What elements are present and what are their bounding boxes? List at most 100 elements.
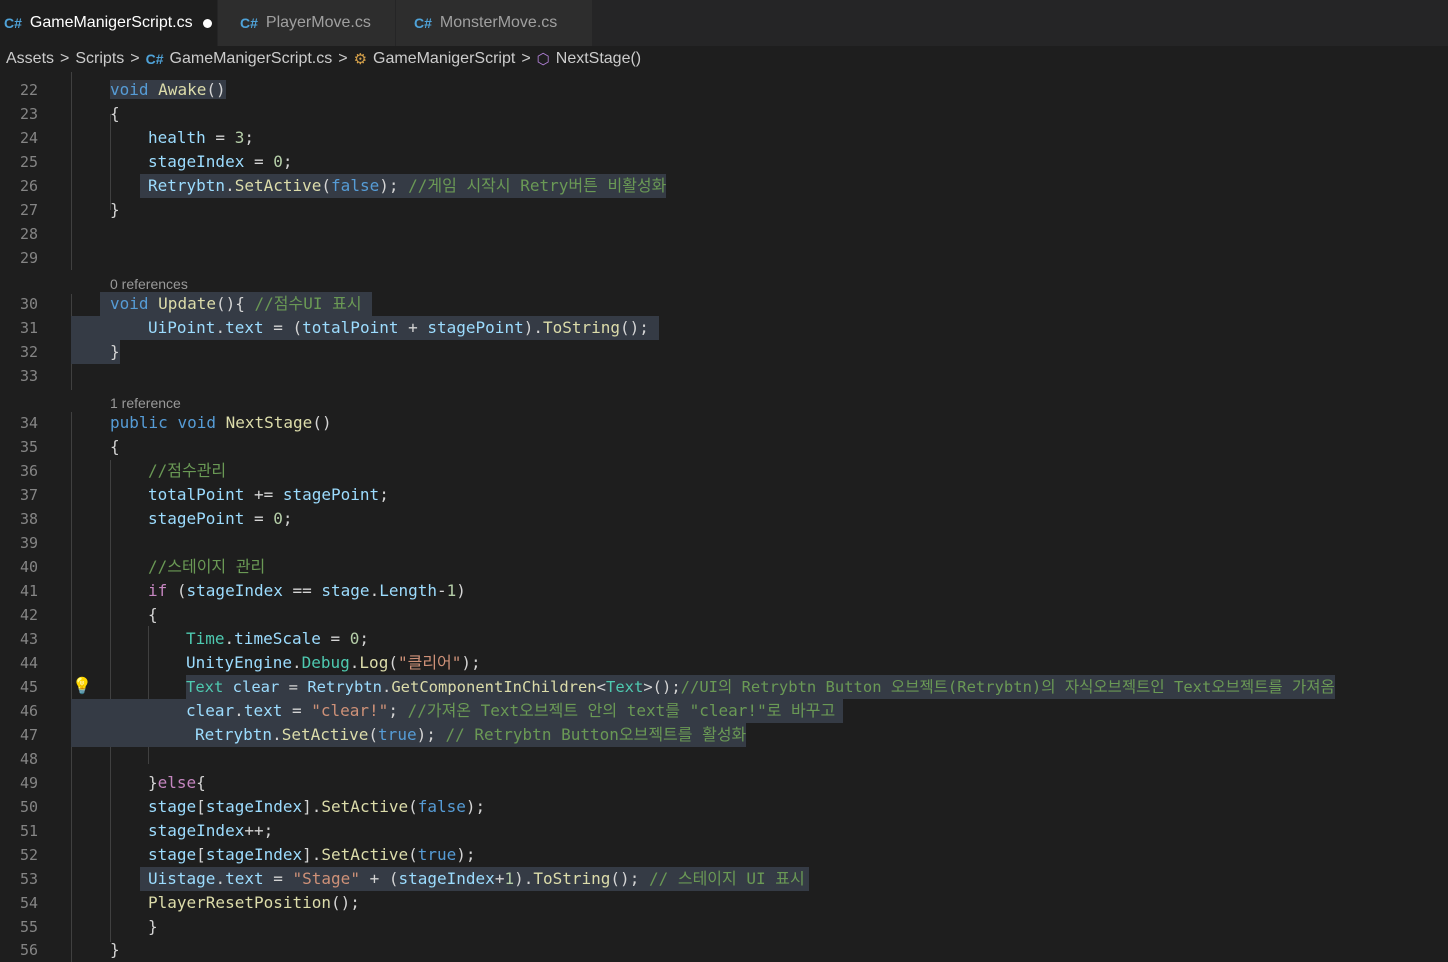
line-number: 49 — [19, 774, 38, 792]
code-text: } — [148, 917, 158, 936]
code-text: void Awake() — [110, 80, 226, 99]
code-text: Uistage.text = "Stage" + (stageIndex+1).… — [140, 867, 809, 891]
line-number: 32 — [19, 343, 38, 361]
code-line: 50 stage[stageIndex].SetActive(false); — [0, 795, 1448, 819]
code-text: UiPoint.text = (totalPoint + stagePoint)… — [71, 316, 659, 340]
line-number: 54 — [19, 894, 38, 912]
breadcrumb-scripts[interactable]: Scripts — [75, 50, 124, 68]
code-line: 42 { — [0, 603, 1448, 627]
line-number: 39 — [19, 534, 38, 552]
line-number: 26 — [19, 177, 38, 195]
line-number: 28 — [19, 225, 38, 243]
code-text: public void NextStage() — [110, 413, 332, 432]
code-line: 51 stageIndex++; — [0, 819, 1448, 843]
line-number: 46 — [19, 702, 38, 720]
code-line: 37 totalPoint += stagePoint; — [0, 483, 1448, 507]
code-text: stage[stageIndex].SetActive(false); — [148, 797, 486, 816]
code-line: 38 stagePoint = 0; — [0, 507, 1448, 531]
line-number: 40 — [19, 558, 38, 576]
code-text: } — [71, 340, 120, 364]
line-number: 52 — [19, 846, 38, 864]
code-text: Time.timeScale = 0; — [186, 629, 370, 648]
code-line: 48 — [0, 747, 1448, 771]
code-line: 22 void Awake() — [0, 78, 1448, 102]
line-number: 22 — [19, 81, 38, 99]
code-line: 34 public void NextStage() — [0, 411, 1448, 435]
line-number: 30 — [19, 295, 38, 313]
line-number: 41 — [19, 582, 38, 600]
code-line: 32 } — [0, 340, 1448, 364]
code-line: 46 clear.text = "clear!"; //가져온 Text오브젝트… — [0, 699, 1448, 723]
lightbulb-icon[interactable]: 💡 — [72, 675, 92, 699]
line-number: 38 — [19, 510, 38, 528]
code-line: 28 — [0, 222, 1448, 246]
chevron-right-icon: > — [338, 50, 348, 67]
tab-playermove[interactable]: C# PlayerMove.cs — [218, 0, 396, 46]
code-line: 40 //스테이지 관리 — [0, 555, 1448, 579]
code-text: { — [148, 605, 158, 624]
line-number: 23 — [19, 105, 38, 123]
class-tree-icon: ⚙ — [353, 51, 368, 68]
code-line: 29 — [0, 246, 1448, 270]
code-line: 36 //점수관리 — [0, 459, 1448, 483]
unsaved-dot-icon[interactable] — [202, 18, 212, 28]
code-line: 54 PlayerResetPosition(); — [0, 891, 1448, 915]
line-number: 27 — [19, 201, 38, 219]
code-text: PlayerResetPosition(); — [148, 893, 360, 912]
code-line: 41 if (stageIndex == stage.Length-1) — [0, 579, 1448, 603]
code-line: 31 UiPoint.text = (totalPoint + stagePoi… — [0, 316, 1448, 340]
code-text: stage[stageIndex].SetActive(true); — [148, 845, 476, 864]
csharp-icon: C# — [240, 15, 258, 31]
code-line: 56 } — [0, 938, 1448, 962]
code-line: 44 UnityEngine.Debug.Log("클리어"); — [0, 651, 1448, 675]
code-text: health = 3; — [148, 128, 254, 147]
csharp-icon: C# — [414, 15, 432, 31]
tab-gamemanigerscript[interactable]: C# GameManigerScript.cs — [0, 0, 218, 46]
line-number: 33 — [19, 367, 38, 385]
code-text: //점수관리 — [148, 461, 227, 480]
chevron-right-icon: > — [60, 50, 70, 67]
line-number: 35 — [19, 438, 38, 456]
breadcrumb-file[interactable]: GameManigerScript.cs — [170, 50, 333, 68]
code-line: 53 Uistage.text = "Stage" + (stageIndex+… — [0, 867, 1448, 891]
line-number: 43 — [19, 630, 38, 648]
code-line: 33 — [0, 364, 1448, 388]
csharp-icon: C# — [145, 51, 164, 67]
code-text: stageIndex = 0; — [148, 152, 293, 171]
code-text: { — [110, 437, 120, 456]
line-number: 31 — [19, 319, 38, 337]
code-line: 23 { — [0, 102, 1448, 126]
code-text: void Update(){ //점수UI 표시 — [100, 292, 372, 316]
method-cube-icon: ⬡ — [536, 51, 550, 68]
code-line: 24 health = 3; — [0, 126, 1448, 150]
breadcrumb-method[interactable]: NextStage() — [556, 50, 641, 68]
code-line: 39 — [0, 531, 1448, 555]
code-editor[interactable]: 22 void Awake() 23 { 24 health = 3; 25 s… — [0, 72, 1448, 962]
line-number: 25 — [19, 153, 38, 171]
code-line: 35 { — [0, 435, 1448, 459]
tab-bar: C# GameManigerScript.cs C# PlayerMove.cs… — [0, 0, 1448, 46]
line-number: 55 — [19, 918, 38, 936]
code-line: 30 void Update(){ //점수UI 표시 — [0, 292, 1448, 316]
line-number: 36 — [19, 462, 38, 480]
line-number: 34 — [19, 414, 38, 432]
codelens-references[interactable]: 1 reference — [110, 394, 181, 412]
breadcrumb-class[interactable]: GameManigerScript — [373, 50, 515, 68]
tab-label: PlayerMove.cs — [265, 14, 371, 31]
tab-label: MonsterMove.cs — [439, 14, 558, 31]
line-number: 37 — [19, 486, 38, 504]
code-text: UnityEngine.Debug.Log("클리어"); — [186, 653, 481, 672]
breadcrumb-assets[interactable]: Assets — [6, 50, 54, 68]
code-line: 49 }else{ — [0, 771, 1448, 795]
codelens-references[interactable]: 0 references — [110, 275, 188, 293]
code-text: { — [110, 104, 120, 123]
breadcrumb: Assets > Scripts > C# GameManigerScript.… — [0, 46, 1448, 72]
line-number: 53 — [19, 870, 38, 888]
code-text: //스테이지 관리 — [148, 557, 266, 576]
code-text: Retrybtn.SetActive(false); //게임 시작시 Retr… — [140, 174, 667, 198]
csharp-icon: C# — [4, 15, 22, 31]
tab-monstermove[interactable]: C# MonsterMove.cs — [396, 0, 592, 46]
code-text: clear.text = "clear!"; //가져온 Text오브젝트 안의… — [71, 699, 844, 723]
code-text: Retrybtn.SetActive(true); // Retrybtn Bu… — [71, 723, 747, 747]
code-line: 47 Retrybtn.SetActive(true); // Retrybtn… — [0, 723, 1448, 747]
